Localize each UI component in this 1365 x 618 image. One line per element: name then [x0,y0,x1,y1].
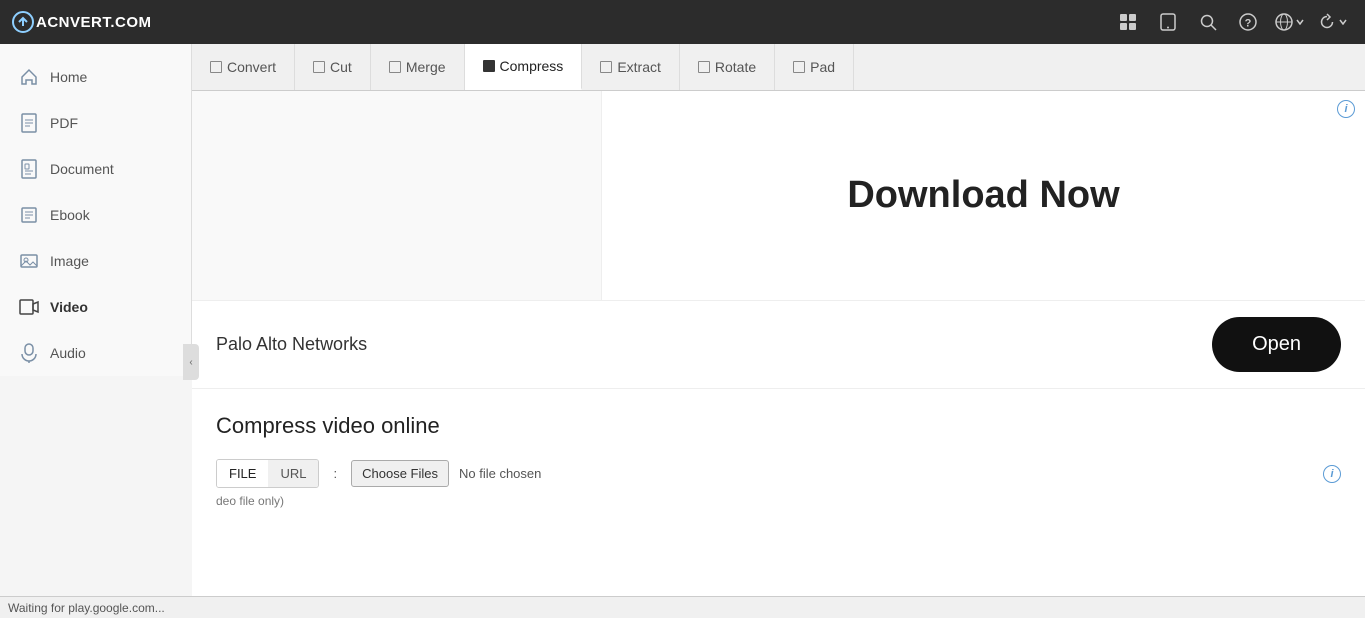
tab-compress[interactable]: Compress [465,44,583,90]
file-url-toggle: FILE URL [216,459,319,488]
sidebar-item-document[interactable]: Document [0,146,191,192]
choose-files-button[interactable]: Choose Files [351,460,449,487]
sidebar-wrapper: Home PDF Document Ebook [0,44,192,618]
document-icon [18,158,40,180]
tab-pad-checkbox [793,61,805,73]
tab-cut[interactable]: Cut [295,44,371,90]
status-text: Waiting for play.google.com... [8,601,165,615]
file-info-icon[interactable]: i [1323,465,1341,483]
sidebar-label-video: Video [50,299,88,315]
tab-compress-label: Compress [500,58,564,74]
compress-section: Compress video online FILE URL : Choose … [192,389,1365,524]
main-layout: Home PDF Document Ebook [0,44,1365,618]
tab-extract-label: Extract [617,59,661,75]
sidebar-label-pdf: PDF [50,115,78,131]
top-info-icon[interactable]: i [1337,99,1355,118]
sidebar-item-image[interactable]: Image [0,238,191,284]
sidebar-label-document: Document [50,161,114,177]
pdf-icon [18,112,40,134]
tab-cut-label: Cut [330,59,352,75]
ebook-icon [18,204,40,226]
grid-icon[interactable] [1109,3,1147,41]
site-logo[interactable]: AC NVERT.COM [12,11,152,33]
tab-merge-label: Merge [406,59,446,75]
tab-pad[interactable]: Pad [775,44,854,90]
tab-pad-label: Pad [810,59,835,75]
logo-text-nvert: NVERT.COM [59,14,152,31]
open-button[interactable]: Open [1212,317,1341,372]
status-bar: Waiting for play.google.com... [0,596,1365,618]
ad-section: Download Now [192,91,1365,301]
tab-extract[interactable]: Extract [582,44,680,90]
tab-convert-label: Convert [227,59,276,75]
logo-text-ac: AC [36,14,59,31]
colon-separator: : [329,460,341,487]
sidebar-item-pdf[interactable]: PDF [0,100,191,146]
sidebar-collapse-button[interactable]: ‹ [183,344,199,380]
sidebar-label-home: Home [50,69,87,85]
tab-rotate-label: Rotate [715,59,756,75]
sidebar: Home PDF Document Ebook [0,44,192,376]
search-icon[interactable] [1189,3,1227,41]
info-circle-icon[interactable]: i [1337,100,1355,118]
sidebar-item-audio[interactable]: Audio [0,330,191,376]
file-input-row: FILE URL : Choose Files No file chosen i [216,459,1341,488]
help-icon[interactable]: ? [1229,3,1267,41]
sidebar-item-home[interactable]: Home [0,54,191,100]
compress-title: Compress video online [216,413,1341,439]
tab-rotate[interactable]: Rotate [680,44,775,90]
url-button[interactable]: URL [268,460,318,487]
home-icon [18,66,40,88]
refresh-dropdown[interactable] [1312,3,1353,41]
tab-extract-checkbox [600,61,612,73]
content-area: Convert Cut Merge Compress Extract Rotat… [192,44,1365,618]
sidebar-item-video[interactable]: Video [0,284,191,330]
tab-merge[interactable]: Merge [371,44,465,90]
navbar-icons: ? [1109,3,1353,41]
sidebar-label-ebook: Ebook [50,207,90,223]
file-button[interactable]: FILE [217,460,268,487]
sponsor-section: Palo Alto Networks Open [192,301,1365,389]
tab-convert[interactable]: Convert [192,44,295,90]
sidebar-label-image: Image [50,253,89,269]
ad-right-panel: Download Now [602,91,1365,300]
sidebar-item-ebook[interactable]: Ebook [0,192,191,238]
sponsor-name: Palo Alto Networks [216,334,367,355]
file-type-hint: deo file only) [216,494,1341,508]
tab-convert-checkbox [210,61,222,73]
ad-left-panel [192,91,602,300]
tab-bar: Convert Cut Merge Compress Extract Rotat… [192,44,1365,91]
main-content: i Download Now Palo Alto Networks Open C… [192,91,1365,618]
tablet-icon[interactable] [1149,3,1187,41]
tab-rotate-checkbox [698,61,710,73]
tab-merge-checkbox [389,61,401,73]
navbar: AC NVERT.COM ? [0,0,1365,44]
download-now-text: Download Now [847,174,1119,217]
language-dropdown[interactable] [1269,3,1310,41]
tab-cut-checkbox [313,61,325,73]
sidebar-label-audio: Audio [50,345,86,361]
no-file-text: No file chosen [459,466,541,481]
image-icon [18,250,40,272]
video-icon [18,296,40,318]
audio-icon [18,342,40,364]
svg-text:?: ? [1245,18,1252,30]
tab-compress-checkbox [483,60,495,72]
